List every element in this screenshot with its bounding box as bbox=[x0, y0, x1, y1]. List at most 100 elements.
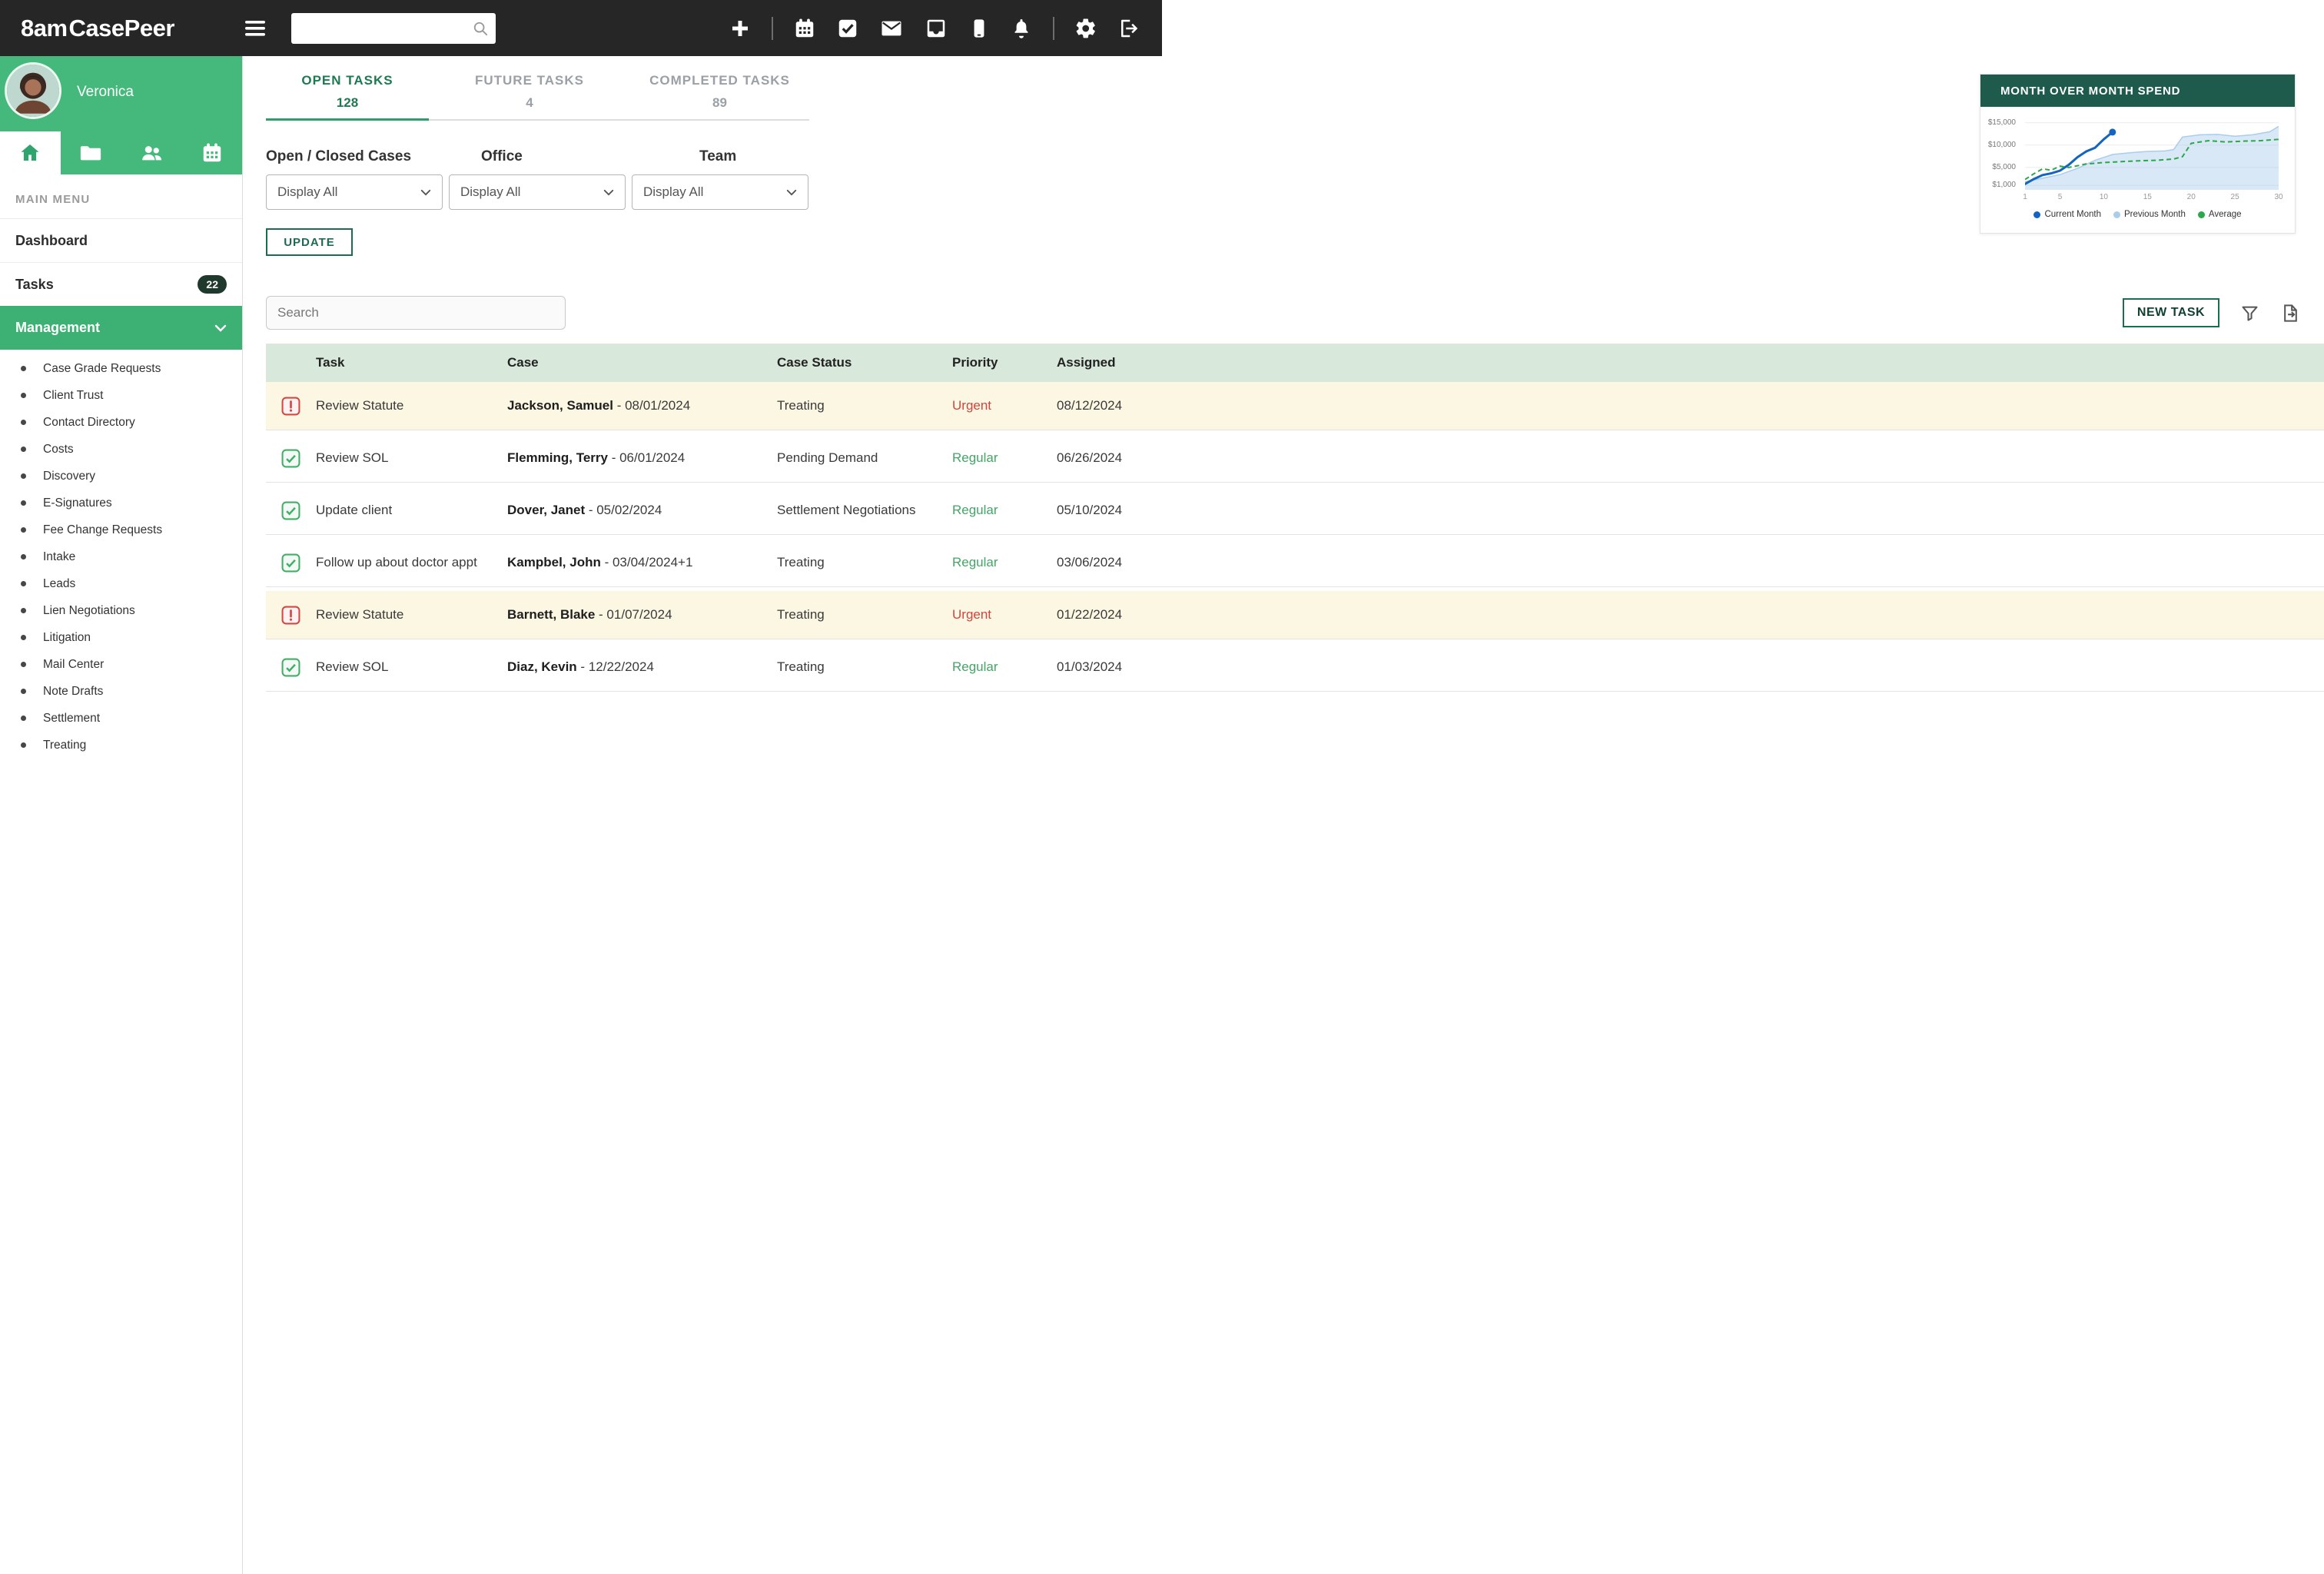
management-subitem[interactable]: Case Grade Requests bbox=[0, 355, 242, 382]
main-content: OPEN TASKS 128 FUTURE TASKS 4 COMPLETED … bbox=[243, 56, 2324, 1574]
nav-calendar-tab[interactable] bbox=[181, 131, 242, 174]
team-select[interactable]: Display All bbox=[632, 174, 808, 210]
topbar: 8am CasePeer bbox=[0, 0, 1162, 56]
task-row[interactable]: Update clientDover, Janet - 05/02/2024Se… bbox=[266, 486, 2324, 535]
management-subitem[interactable]: Litigation bbox=[0, 624, 242, 651]
management-subitem[interactable]: Costs bbox=[0, 436, 242, 463]
chart-xtick: 30 bbox=[2274, 193, 2282, 201]
update-button[interactable]: UPDATE bbox=[266, 228, 353, 256]
task-row[interactable]: Review SOLDiaz, Kevin - 12/22/2024Treati… bbox=[266, 643, 2324, 692]
subitem-label: Litigation bbox=[43, 631, 91, 645]
management-subitem[interactable]: Fee Change Requests bbox=[0, 516, 242, 543]
task-status-icon-cell[interactable] bbox=[266, 553, 316, 573]
task-search-input[interactable] bbox=[266, 296, 566, 330]
notifications-button[interactable] bbox=[1010, 17, 1033, 40]
nav-home-tab[interactable] bbox=[0, 131, 61, 174]
case-link[interactable]: Diaz, Kevin - 12/22/2024 bbox=[507, 659, 777, 675]
bullet-icon bbox=[21, 716, 26, 721]
sidebar-item-management[interactable]: Management bbox=[0, 306, 242, 350]
task-row[interactable]: Review SOLFlemming, Terry - 06/01/2024Pe… bbox=[266, 434, 2324, 483]
subitem-label: Contact Directory bbox=[43, 416, 135, 430]
task-status-icon-cell[interactable] bbox=[266, 658, 316, 677]
chart-xtick: 1 bbox=[2023, 193, 2027, 201]
management-subitem[interactable]: Mail Center bbox=[0, 651, 242, 678]
nav-cases-tab[interactable] bbox=[61, 131, 121, 174]
topbar-actions bbox=[729, 17, 1140, 40]
sidebar-item-tasks[interactable]: Tasks 22 bbox=[0, 262, 242, 306]
tasks-label: Tasks bbox=[15, 277, 54, 293]
case-link[interactable]: Dover, Janet - 05/02/2024 bbox=[507, 503, 777, 518]
task-row[interactable]: Review StatuteJackson, Samuel - 08/01/20… bbox=[266, 382, 2324, 430]
legend-item: Current Month bbox=[2034, 210, 2101, 219]
completed-checkbox-icon[interactable] bbox=[281, 658, 300, 677]
management-subitem[interactable]: Lien Negotiations bbox=[0, 597, 242, 624]
tab-future-tasks[interactable]: FUTURE TASKS 4 bbox=[429, 73, 630, 121]
task-row[interactable]: Follow up about doctor apptKampbel, John… bbox=[266, 539, 2324, 587]
priority-label: Regular bbox=[952, 503, 1057, 518]
filter-label-team: Team bbox=[632, 148, 808, 165]
main-menu-label: MAIN MENU bbox=[0, 174, 242, 218]
completed-checkbox-icon[interactable] bbox=[281, 449, 300, 468]
completed-checkbox-icon[interactable] bbox=[281, 501, 300, 520]
management-subitem[interactable]: Leads bbox=[0, 570, 242, 597]
completed-checkbox-icon[interactable] bbox=[281, 553, 300, 573]
bullet-icon bbox=[21, 393, 26, 398]
sidebar-item-dashboard[interactable]: Dashboard bbox=[0, 218, 242, 262]
inbox-button[interactable] bbox=[924, 17, 948, 40]
tab-completed-tasks[interactable]: COMPLETED TASKS 89 bbox=[630, 73, 809, 121]
assigned-date: 01/22/2024 bbox=[1057, 607, 2324, 623]
urgent-icon[interactable] bbox=[281, 397, 300, 416]
management-subitem[interactable]: Intake bbox=[0, 543, 242, 570]
mail-button[interactable] bbox=[879, 17, 904, 40]
export-button[interactable] bbox=[2280, 303, 2301, 324]
task-title: Update client bbox=[316, 503, 507, 518]
global-search-input[interactable] bbox=[291, 13, 464, 44]
settings-button[interactable] bbox=[1074, 17, 1097, 40]
tab-count: 128 bbox=[266, 95, 429, 111]
management-subitem[interactable]: Treating bbox=[0, 732, 242, 759]
management-subitem[interactable]: Note Drafts bbox=[0, 678, 242, 705]
add-button[interactable] bbox=[729, 17, 752, 40]
tab-open-tasks[interactable]: OPEN TASKS 128 bbox=[266, 73, 429, 121]
task-status-icon-cell[interactable] bbox=[266, 449, 316, 468]
task-title: Review SOL bbox=[316, 659, 507, 675]
spend-card: MONTH OVER MONTH SPEND $15,000$10,000$5,… bbox=[1980, 74, 2296, 234]
case-link[interactable]: Barnett, Blake - 01/07/2024 bbox=[507, 607, 777, 623]
legend-item: Average bbox=[2198, 210, 2242, 219]
urgent-icon[interactable] bbox=[281, 606, 300, 625]
management-subitem[interactable]: Contact Directory bbox=[0, 409, 242, 436]
logout-icon bbox=[1117, 17, 1140, 40]
phone-button[interactable] bbox=[968, 17, 990, 40]
bullet-icon bbox=[21, 742, 26, 748]
task-status-icon-cell[interactable] bbox=[266, 606, 316, 625]
task-title: Review SOL bbox=[316, 450, 507, 466]
subitem-label: Case Grade Requests bbox=[43, 362, 161, 376]
filter-button[interactable] bbox=[2239, 303, 2260, 324]
avatar[interactable] bbox=[7, 65, 59, 117]
case-link[interactable]: Kampbel, John - 03/04/2024+1 bbox=[507, 555, 777, 570]
subitem-label: Leads bbox=[43, 577, 75, 591]
management-subitem[interactable]: Discovery bbox=[0, 463, 242, 490]
task-row[interactable]: Review StatuteBarnett, Blake - 01/07/202… bbox=[266, 591, 2324, 639]
task-status-icon-cell[interactable] bbox=[266, 397, 316, 416]
open-closed-cases-select[interactable]: Display All bbox=[266, 174, 443, 210]
task-status-icon-cell[interactable] bbox=[266, 501, 316, 520]
office-select[interactable]: Display All bbox=[449, 174, 626, 210]
hamburger-menu-button[interactable] bbox=[245, 20, 267, 37]
case-link[interactable]: Flemming, Terry - 06/01/2024 bbox=[507, 450, 777, 466]
case-link[interactable]: Jackson, Samuel - 08/01/2024 bbox=[507, 398, 777, 413]
bullet-icon bbox=[21, 500, 26, 506]
nav-contacts-tab[interactable] bbox=[121, 131, 182, 174]
logout-button[interactable] bbox=[1117, 17, 1140, 40]
filter-label-office: Office bbox=[449, 148, 626, 165]
tasks-button[interactable] bbox=[836, 17, 859, 40]
new-task-button[interactable]: NEW TASK bbox=[2123, 298, 2219, 327]
calendar-button[interactable] bbox=[793, 17, 816, 40]
subitem-label: Fee Change Requests bbox=[43, 523, 162, 537]
management-subitem[interactable]: Client Trust bbox=[0, 382, 242, 409]
select-value: Display All bbox=[643, 184, 703, 200]
management-subitem[interactable]: Settlement bbox=[0, 705, 242, 732]
management-subitem[interactable]: E-Signatures bbox=[0, 490, 242, 516]
case-status: Treating bbox=[777, 659, 952, 675]
case-status: Pending Demand bbox=[777, 450, 952, 466]
